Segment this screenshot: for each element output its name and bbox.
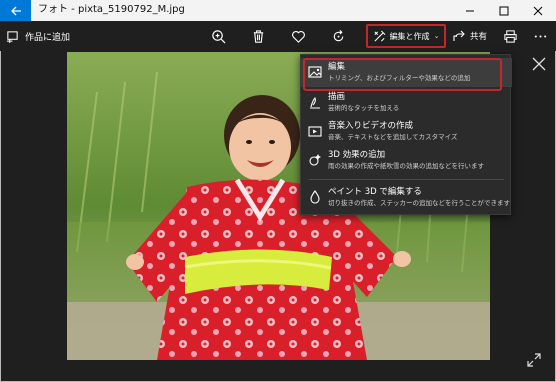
menu-item-title: 音楽入りビデオの作成 — [328, 121, 414, 131]
rotate-icon — [333, 29, 343, 41]
share-button[interactable]: 共有 — [452, 26, 487, 46]
zoom-in-icon — [211, 29, 225, 43]
menu-item-edit[interactable]: 編集 トリミング、およびフィルターや効果などの追加 — [301, 58, 512, 87]
menu-item-title: ペイント 3D で編集する — [328, 187, 422, 197]
paint-3d-icon — [310, 190, 320, 204]
favorite-heart-icon — [291, 30, 305, 43]
back-button[interactable] — [0, 0, 31, 21]
maximize-icon — [499, 6, 509, 15]
draw-pen-icon — [310, 97, 320, 109]
menu-item-description: 雨の効果の作成や紙吹雪の効果の追加などを行います — [328, 162, 484, 170]
close-icon — [532, 57, 546, 71]
zoom-in-button[interactable] — [208, 26, 228, 46]
edit-and-create-button[interactable]: 編集と作成 ⌄ — [366, 24, 446, 48]
edit-image-icon — [308, 66, 322, 78]
menu-item-title: 3D 効果の追加 — [328, 150, 386, 160]
favorite-button[interactable] — [288, 26, 308, 46]
back-arrow-icon — [10, 6, 21, 15]
maximize-button[interactable] — [487, 0, 521, 21]
window-title: フォト - pixta_5190792_M.jpg — [38, 4, 185, 15]
share-label: 共有 — [470, 32, 488, 42]
more-icon — [534, 34, 546, 38]
close-button[interactable] — [521, 0, 555, 21]
menu-item-title: 編集 — [328, 62, 346, 72]
menu-item-title: 描画 — [328, 92, 346, 102]
delete-icon — [253, 29, 263, 43]
expand-icon — [527, 353, 541, 367]
edit-create-menu: 編集 トリミング、およびフィルターや効果などの追加 描画 芸術的なタッチを加える… — [300, 54, 512, 215]
video-icon — [308, 126, 322, 137]
toolbar: 作品に追加 編集と作成 ⌄ 共有 — [0, 21, 556, 51]
menu-item-draw[interactable]: 描画 芸術的なタッチを加える — [301, 88, 512, 117]
menu-item-3d-effects[interactable]: 3D 効果の追加 雨の効果の作成や紙吹雪の効果の追加などを行います — [301, 146, 512, 175]
title-bar: フォト - pixta_5190792_M.jpg — [0, 0, 556, 21]
chevron-down-icon: ⌄ — [433, 32, 440, 40]
menu-separator — [309, 179, 504, 180]
menu-item-description: トリミング、およびフィルターや効果などの追加 — [328, 74, 471, 82]
more-options-button[interactable] — [530, 26, 550, 46]
menu-item-description: 芸術的なタッチを加える — [328, 104, 400, 112]
minimize-button[interactable] — [453, 0, 487, 21]
add-to-album-icon — [6, 30, 18, 43]
edit-and-create-label: 編集と作成 — [389, 31, 430, 41]
share-icon — [453, 30, 465, 41]
3d-effects-icon — [309, 154, 321, 166]
print-icon — [503, 29, 517, 43]
rotate-button[interactable] — [328, 26, 348, 46]
menu-item-paint-3d[interactable]: ペイント 3D で編集する 切り抜きの作成、ステッカーの追加などを行うことができ… — [301, 183, 512, 212]
print-button[interactable] — [500, 26, 520, 46]
edit-create-icon — [374, 30, 385, 42]
add-to-album-label: 作品に追加 — [25, 32, 71, 43]
minimize-icon — [466, 10, 474, 11]
menu-item-description: 音楽、テキストなどを追加してカスタマイズ — [328, 133, 458, 141]
close-icon — [533, 6, 543, 15]
menu-item-description: 切り抜きの作成、ステッカーの追加などを行うことができます — [328, 199, 510, 207]
menu-item-create-video[interactable]: 音楽入りビデオの作成 音楽、テキストなどを追加してカスタマイズ — [301, 117, 512, 146]
add-to-album-button[interactable]: 作品に追加 — [6, 27, 70, 45]
close-menu-button[interactable] — [532, 56, 546, 71]
delete-button[interactable] — [248, 26, 268, 46]
fullscreen-button[interactable] — [526, 352, 542, 368]
